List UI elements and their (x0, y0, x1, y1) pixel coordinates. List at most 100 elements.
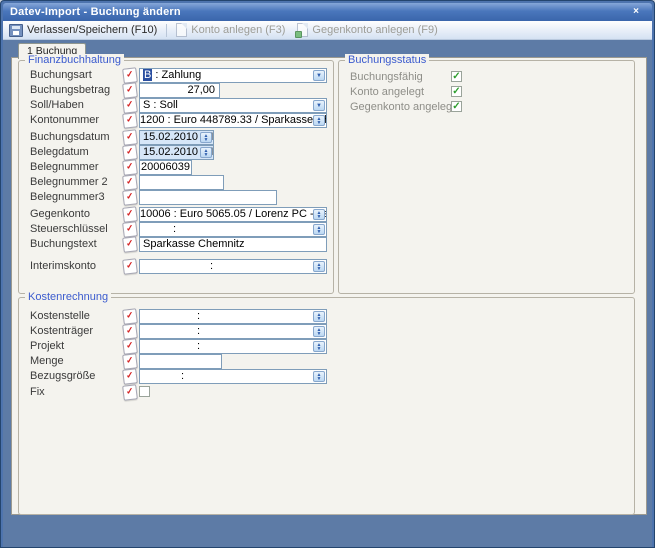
interimskonto-value: : (210, 260, 213, 272)
belegnummer3-input[interactable] (139, 190, 277, 205)
projekt-value: : (197, 340, 200, 352)
edit-check-icon: ✓ (122, 221, 138, 238)
spin-down-icon: ▼ (317, 230, 322, 234)
row-kontonummer: Kontonummer ✓ 1200 : Euro 448789.33 / Sp… (19, 113, 333, 128)
buchungsart-value: : Zahlung (152, 69, 201, 81)
row-buchungsart: Buchungsart ✓ B : Zahlung ▼ (19, 68, 333, 83)
menge-input[interactable] (139, 354, 222, 369)
kontonummer-spinner[interactable]: 1200 : Euro 448789.33 / Sparkasse Chemni… (139, 113, 327, 128)
belegnummer2-input[interactable] (139, 175, 224, 190)
kontonummer-label: Kontonummer (30, 114, 99, 126)
steuerschluessel-value: : (173, 223, 176, 235)
spin-down-icon: ▼ (317, 121, 322, 125)
buchungstext-label: Buchungstext (30, 238, 97, 250)
belegdatum-spinner[interactable]: 15.02.2010 /Mo ▲▼ (139, 145, 214, 160)
buchungsart-combobox[interactable]: B : Zahlung ▼ (139, 68, 327, 83)
projekt-label: Projekt (30, 340, 64, 352)
interimskonto-spin-button[interactable]: ▲▼ (313, 261, 325, 272)
edit-check-icon: ✓ (122, 129, 138, 146)
row-fix: Fix ✓ (19, 385, 634, 400)
kostentraeger-spinner[interactable]: : ▲▼ (139, 324, 327, 339)
edit-check-icon: ✓ (122, 112, 138, 129)
row-konto-angelegt: Konto angelegt ✓ (339, 85, 634, 100)
edit-check-icon: ✓ (122, 82, 138, 99)
projekt-spin-button[interactable]: ▲▼ (313, 341, 325, 352)
row-kostentraeger: Kostenträger ✓ : ▲▼ (19, 324, 634, 339)
edit-check-icon: ✓ (122, 323, 138, 340)
steuerschluessel-spin-button[interactable]: ▲▼ (313, 224, 325, 235)
sollhaben-value: S : Soll (143, 99, 178, 111)
kostenstelle-spinner[interactable]: : ▲▼ (139, 309, 327, 324)
row-gegenkonto-angelegt: Gegenkonto angelegt ✓ (339, 100, 634, 115)
konto-angelegt-label: Konto angelegt (350, 86, 424, 98)
gegenkonto-spin-button[interactable]: ▲▼ (313, 209, 325, 220)
row-buchungsbetrag: Buchungsbetrag ✓ 27,00 (19, 83, 333, 98)
buchungsbetrag-label: Buchungsbetrag (30, 84, 110, 96)
create-gegenkonto-button[interactable]: Gegenkonto anlegen (F9) (291, 22, 443, 38)
row-belegnummer2: Belegnummer 2 ✓ (19, 175, 333, 190)
window-title: Datev-Import - Buchung ändern (3, 6, 181, 18)
buchungsart-selected-text: B (143, 69, 152, 81)
close-icon[interactable]: × (629, 5, 643, 18)
buchungsart-dropdown-button[interactable]: ▼ (313, 70, 325, 81)
kontonummer-value: 1200 : Euro 448789.33 / Sparkasse Chemni… (140, 114, 327, 126)
projekt-spinner[interactable]: : ▲▼ (139, 339, 327, 354)
bezugsgroesse-spinner[interactable]: : ▲▼ (139, 369, 327, 384)
edit-check-icon: ✓ (122, 67, 138, 84)
save-exit-label: Verlassen/Speichern (F10) (27, 24, 157, 36)
create-konto-button[interactable]: Konto anlegen (F3) (170, 22, 291, 38)
steuerschluessel-label: Steuerschlüssel (30, 223, 108, 235)
spin-down-icon: ▼ (317, 377, 322, 381)
group-finanzbuchhaltung: Finanzbuchhaltung Buchungsart ✓ B : Zahl… (18, 60, 334, 294)
sollhaben-dropdown-button[interactable]: ▼ (313, 100, 325, 111)
row-steuerschluessel: Steuerschlüssel ✓ : ▲▼ (19, 222, 333, 237)
bezugsgroesse-label: Bezugsgröße (30, 370, 95, 382)
row-buchungsfaehig: Buchungsfähig ✓ (339, 70, 634, 85)
group-kostenrechnung-title: Kostenrechnung (25, 291, 111, 303)
save-exit-button[interactable]: Verlassen/Speichern (F10) (3, 22, 163, 38)
fix-checkbox[interactable] (139, 386, 150, 397)
buchungsfaehig-label: Buchungsfähig (350, 71, 423, 83)
spin-down-icon: ▼ (317, 317, 322, 321)
kostenstelle-spin-button[interactable]: ▲▼ (313, 311, 325, 322)
kostentraeger-spin-button[interactable]: ▲▼ (313, 326, 325, 337)
kontonummer-spin-button[interactable]: ▲▼ (313, 115, 325, 126)
buchungsdatum-spin-button[interactable]: ▲▼ (200, 132, 212, 143)
buchungsart-label: Buchungsart (30, 69, 92, 81)
interimskonto-spinner[interactable]: : ▲▼ (139, 259, 327, 274)
row-buchungsdatum: Buchungsdatum ✓ 15.02.2010 /Mo ▲▼ (19, 130, 333, 145)
dialog-window: Datev-Import - Buchung ändern × Verlasse… (0, 0, 655, 548)
bezugsgroesse-spin-button[interactable]: ▲▼ (313, 371, 325, 382)
menge-label: Menge (30, 355, 64, 367)
kostenstelle-value: : (197, 310, 200, 322)
sollhaben-combobox[interactable]: S : Soll ▼ (139, 98, 327, 113)
steuerschluessel-spinner[interactable]: : ▲▼ (139, 222, 327, 237)
kostenstelle-label: Kostenstelle (30, 310, 90, 322)
buchungsdatum-spinner[interactable]: 15.02.2010 /Mo ▲▼ (139, 130, 214, 145)
edit-check-icon: ✓ (122, 338, 138, 355)
spin-down-icon: ▼ (317, 347, 322, 351)
row-belegnummer3: Belegnummer3 ✓ (19, 190, 333, 205)
buchungsfaehig-checkbox[interactable]: ✓ (451, 71, 462, 82)
belegnummer2-label: Belegnummer 2 (30, 176, 108, 188)
gegenkonto-value: 10006 : Euro 5065.05 / Lorenz PC - Techn… (140, 208, 327, 220)
create-gegenkonto-label: Gegenkonto anlegen (F9) (312, 24, 437, 36)
belegdatum-spin-button[interactable]: ▲▼ (200, 147, 212, 158)
row-bezugsgroesse: Bezugsgröße ✓ : ▲▼ (19, 369, 634, 384)
gegenkonto-angelegt-checkbox[interactable]: ✓ (451, 101, 462, 112)
buchungsbetrag-input[interactable]: 27,00 (139, 83, 220, 98)
konto-angelegt-checkbox[interactable]: ✓ (451, 86, 462, 97)
belegdatum-label: Belegdatum (30, 146, 89, 158)
belegnummer-input[interactable]: 20006039 (139, 160, 192, 175)
new-page-plus-icon (297, 23, 308, 37)
belegnummer3-label: Belegnummer3 (30, 191, 105, 203)
gegenkonto-spinner[interactable]: 10006 : Euro 5065.05 / Lorenz PC - Techn… (139, 207, 327, 222)
buchungstext-input[interactable]: Sparkasse Chemnitz (139, 237, 327, 252)
bezugsgroesse-value: : (181, 370, 184, 382)
save-icon (9, 24, 23, 37)
edit-check-icon: ✓ (122, 97, 138, 114)
gegenkonto-label: Gegenkonto (30, 208, 90, 220)
edit-check-icon: ✓ (122, 308, 138, 325)
kostentraeger-value: : (197, 325, 200, 337)
toolbar: Verlassen/Speichern (F10) Konto anlegen … (3, 21, 652, 40)
